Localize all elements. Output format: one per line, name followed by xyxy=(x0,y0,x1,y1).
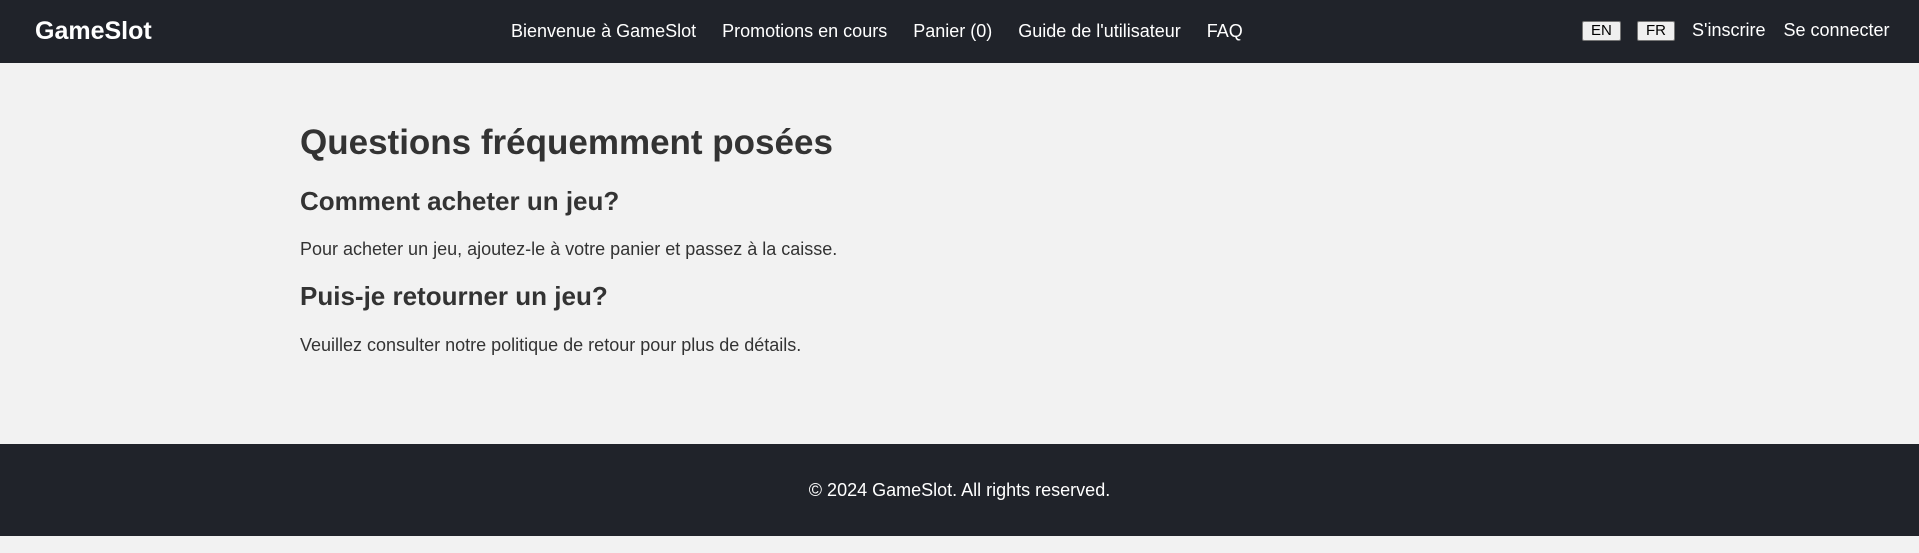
language-en-button[interactable]: EN xyxy=(1582,21,1621,41)
nav-link-user-guide[interactable]: Guide de l'utilisateur xyxy=(1018,20,1181,42)
site-header: GameSlot Bienvenue à GameSlot Promotions… xyxy=(0,0,1919,63)
faq-question: Comment acheter un jeu? xyxy=(300,186,620,216)
nav-link-cart[interactable]: Panier (0) xyxy=(913,20,992,42)
copyright-text: © 2024 GameSlot. All rights reserved. xyxy=(808,480,1111,500)
faq-answer: Pour acheter un jeu, ajoutez-le à votre … xyxy=(300,239,838,259)
login-link[interactable]: Se connecter xyxy=(1783,19,1889,41)
auth-links: S'inscrire Se connecter xyxy=(1692,19,1890,41)
main-nav: Bienvenue à GameSlot Promotions en cours… xyxy=(511,20,1243,42)
faq-question: Puis-je retourner un jeu? xyxy=(300,281,608,311)
nav-link-faq[interactable]: FAQ xyxy=(1207,20,1243,42)
nav-link-welcome[interactable]: Bienvenue à GameSlot xyxy=(511,20,696,42)
signup-link[interactable]: S'inscrire xyxy=(1692,19,1765,41)
faq-answer: Veuillez consulter notre politique de re… xyxy=(300,335,802,355)
site-logo[interactable]: GameSlot xyxy=(35,16,152,46)
site-footer: © 2024 GameSlot. All rights reserved. xyxy=(0,444,1919,536)
page-title: Questions fréquemment posées xyxy=(300,123,833,162)
language-fr-button[interactable]: FR xyxy=(1637,21,1675,41)
nav-link-promotions[interactable]: Promotions en cours xyxy=(722,20,887,42)
